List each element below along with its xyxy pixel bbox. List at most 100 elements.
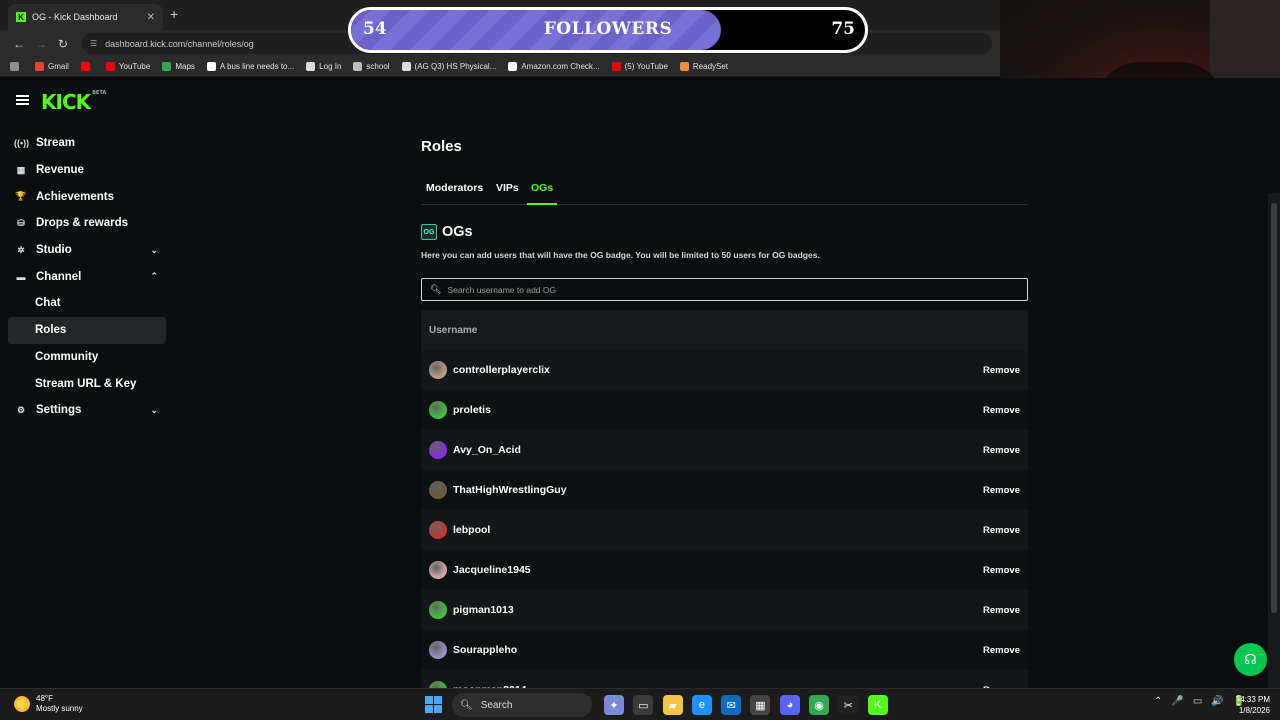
bookmark-item[interactable]: school <box>353 62 390 71</box>
sidebar-item-studio[interactable]: ✲ Studio ⌄ <box>8 237 166 264</box>
bookmark-item[interactable]: Maps <box>162 62 195 71</box>
chevron-up-icon[interactable]: ⌃ <box>150 271 158 282</box>
og-section-header: OG OGs <box>421 224 473 240</box>
sidebar-item-chat[interactable]: Chat <box>8 290 166 317</box>
logo-text: KICK <box>41 90 91 114</box>
file-explorer-icon[interactable]: ▰ <box>662 695 683 715</box>
table-header: Username <box>421 310 1028 350</box>
remove-button[interactable]: Remove <box>983 445 1020 456</box>
username[interactable]: ThatHighWrestlingGuy <box>453 484 567 496</box>
task-view-icon[interactable]: ▭ <box>633 695 654 715</box>
sidebar-item-roles[interactable]: Roles <box>8 316 166 344</box>
avatar <box>429 521 447 539</box>
username[interactable]: lebpool <box>453 524 490 536</box>
kick-logo[interactable]: KICK BETA <box>41 90 106 114</box>
support-chat-button[interactable]: ☊ <box>1234 643 1267 676</box>
reload-icon[interactable]: ↻ <box>52 37 74 51</box>
remove-button[interactable]: Remove <box>983 565 1020 576</box>
sidebar-item-revenue[interactable]: ▦ Revenue <box>8 157 166 184</box>
edge-icon[interactable]: e <box>691 695 712 715</box>
tray-overflow-icon[interactable]: ⌃ <box>1154 696 1162 707</box>
site-info-icon[interactable]: ☰ <box>90 39 97 48</box>
taskbar-search[interactable]: 🔍︎ Search <box>452 693 592 717</box>
bookmark-label: A bus line needs to... <box>219 62 295 71</box>
chevron-down-icon[interactable]: ⌄ <box>150 245 158 256</box>
bookmark-item[interactable]: ReadySet <box>679 62 728 71</box>
bookmark-favicon-icon <box>80 62 90 71</box>
volume-icon[interactable]: 🔊 <box>1211 696 1223 707</box>
sidebar-item-stream-url-key[interactable]: Stream URL & Key <box>8 370 166 397</box>
microphone-icon[interactable]: 🎤 <box>1171 696 1183 707</box>
sidebar-item-settings[interactable]: ⚙ Settings ⌄ <box>8 397 166 424</box>
avatar <box>429 601 447 619</box>
revenue-icon: ▦ <box>16 164 26 175</box>
roles-tabs: Moderators VIPs OGs <box>421 174 1028 205</box>
tab-vips[interactable]: VIPs <box>496 182 519 194</box>
headset-icon: ☊ <box>1244 651 1257 667</box>
bookmark-item[interactable]: YouTube <box>105 62 151 71</box>
username[interactable]: Jacqueline1945 <box>453 564 531 576</box>
close-tab-icon[interactable]: ✕ <box>147 12 155 23</box>
og-users-table: Username controllerplayerclix Remove prole… <box>421 310 1028 710</box>
bookmark-item[interactable]: Gmail <box>35 62 69 71</box>
clock-time: 4:33 PM <box>1240 695 1270 704</box>
bookmark-label: Gmail <box>48 62 69 71</box>
bookmark-item[interactable]: (AG Q3) HS Physical... <box>401 62 496 71</box>
remove-button[interactable]: Remove <box>983 405 1020 416</box>
table-row: Sourappleho Remove <box>421 630 1028 670</box>
browser-tab[interactable]: K OG - Kick Dashboard ✕ <box>8 4 163 30</box>
bookmark-favicon-icon <box>679 62 689 71</box>
weather-widget[interactable]: 48°F Mostly sunny <box>14 694 83 714</box>
sidebar-item-achievements[interactable]: 🏆 Achievements <box>8 183 166 210</box>
clock[interactable]: 4:33 PM 1/8/2026 <box>1228 694 1270 716</box>
outlook-icon[interactable]: ✉ <box>721 695 742 715</box>
channel-icon: ▬ <box>16 271 26 282</box>
tab-ogs[interactable]: OGs <box>531 182 553 194</box>
username[interactable]: controllerplayerclix <box>453 364 550 376</box>
tab-moderators[interactable]: Moderators <box>426 182 483 194</box>
sidebar-item-label: Channel <box>36 270 82 283</box>
discord-icon[interactable]: ◕ <box>779 695 800 715</box>
remove-button[interactable]: Remove <box>983 645 1020 656</box>
search-input[interactable] <box>447 284 1008 295</box>
display-icon[interactable]: ▭ <box>1193 696 1202 707</box>
back-icon[interactable]: ← <box>8 37 30 51</box>
username-column-header: Username <box>429 324 478 336</box>
copilot-icon[interactable]: ✦ <box>604 695 624 715</box>
chrome-icon[interactable]: ◉ <box>809 695 830 715</box>
username[interactable]: proletis <box>453 404 491 416</box>
remove-button[interactable]: Remove <box>983 605 1020 616</box>
sidebar-item-drops-rewards[interactable]: ⛁ Drops & rewards <box>8 210 166 237</box>
capcut-icon[interactable]: ✂ <box>838 695 859 715</box>
username[interactable]: pigman1013 <box>453 604 514 616</box>
kick-app-icon[interactable]: K <box>867 695 888 715</box>
avatar <box>429 401 447 419</box>
forward-icon[interactable]: → <box>30 37 52 51</box>
bookmark-item[interactable] <box>10 62 23 71</box>
remove-button[interactable]: Remove <box>983 485 1020 496</box>
menu-icon[interactable] <box>16 95 29 105</box>
sidebar-item-community[interactable]: Community <box>8 344 166 371</box>
bookmarks-bar: Gmail YouTube Maps A bus line needs to... Lo… <box>0 57 1000 77</box>
remove-button[interactable]: Remove <box>983 525 1020 536</box>
bookmark-label: YouTube <box>118 62 151 71</box>
sidebar-item-channel[interactable]: ▬ Channel ⌃ <box>8 263 166 290</box>
username[interactable]: Avy_On_Acid <box>453 444 521 456</box>
username[interactable]: Sourappleho <box>453 644 517 656</box>
bookmark-item[interactable]: Amazon.com Check... <box>508 62 600 71</box>
sidebar-item-stream[interactable]: ((•)) Stream <box>8 130 166 157</box>
remove-button[interactable]: Remove <box>983 365 1020 376</box>
new-tab-button[interactable]: + <box>170 6 178 22</box>
bookmark-item[interactable] <box>80 62 94 71</box>
scrollbar-thumb[interactable] <box>1271 203 1277 613</box>
store-icon[interactable]: ▦ <box>750 695 771 715</box>
bookmark-favicon-icon <box>35 62 44 71</box>
page-scrollbar[interactable] <box>1268 193 1280 688</box>
bookmark-item[interactable]: A bus line needs to... <box>206 62 295 71</box>
bookmark-label: Log In <box>319 62 342 71</box>
bookmark-item[interactable]: (5) YouTube <box>611 62 668 71</box>
bookmark-item[interactable]: Log In <box>306 62 341 71</box>
start-button[interactable] <box>425 696 442 713</box>
search-box[interactable]: 🔍︎ <box>421 278 1028 301</box>
chevron-down-icon[interactable]: ⌄ <box>150 405 158 416</box>
